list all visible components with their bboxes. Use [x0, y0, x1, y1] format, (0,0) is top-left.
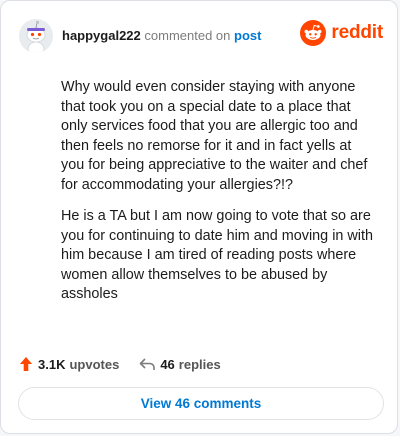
comment-paragraph: He is a TA but I am now going to vote th… — [61, 208, 373, 302]
comment-card: happygal222 commented on post reddit Why… — [0, 0, 398, 434]
upvote-count: 3.1K — [38, 356, 66, 372]
reddit-logo[interactable]: reddit — [300, 19, 383, 47]
action-text: commented on — [144, 28, 231, 43]
username-link[interactable]: happygal222 — [62, 28, 141, 43]
replies-count: 46 — [160, 356, 175, 372]
comment-body: Why would even consider staying with any… — [61, 78, 377, 317]
upvote-arrow-icon — [20, 357, 32, 371]
snoo-avatar-icon[interactable] — [19, 19, 53, 53]
view-comments-button[interactable]: View 46 comments — [18, 387, 384, 420]
comment-paragraph: Why would even consider staying with any… — [61, 79, 368, 193]
upvote-label: upvotes — [69, 356, 120, 372]
replies-label: replies — [178, 356, 221, 372]
upvote-button[interactable]: 3.1K upvotes — [19, 356, 119, 372]
comment-actions: 3.1K upvotes 46 replies — [19, 353, 221, 375]
comment-meta: happygal222 commented on post — [62, 28, 261, 43]
replies-button[interactable]: 46 replies — [139, 356, 221, 372]
reddit-logo-icon — [300, 20, 327, 46]
reply-arrow-icon — [140, 358, 156, 370]
post-link[interactable]: post — [234, 28, 261, 43]
reddit-wordmark: reddit — [331, 22, 383, 43]
comment-header: happygal222 commented on post reddit — [19, 19, 383, 55]
